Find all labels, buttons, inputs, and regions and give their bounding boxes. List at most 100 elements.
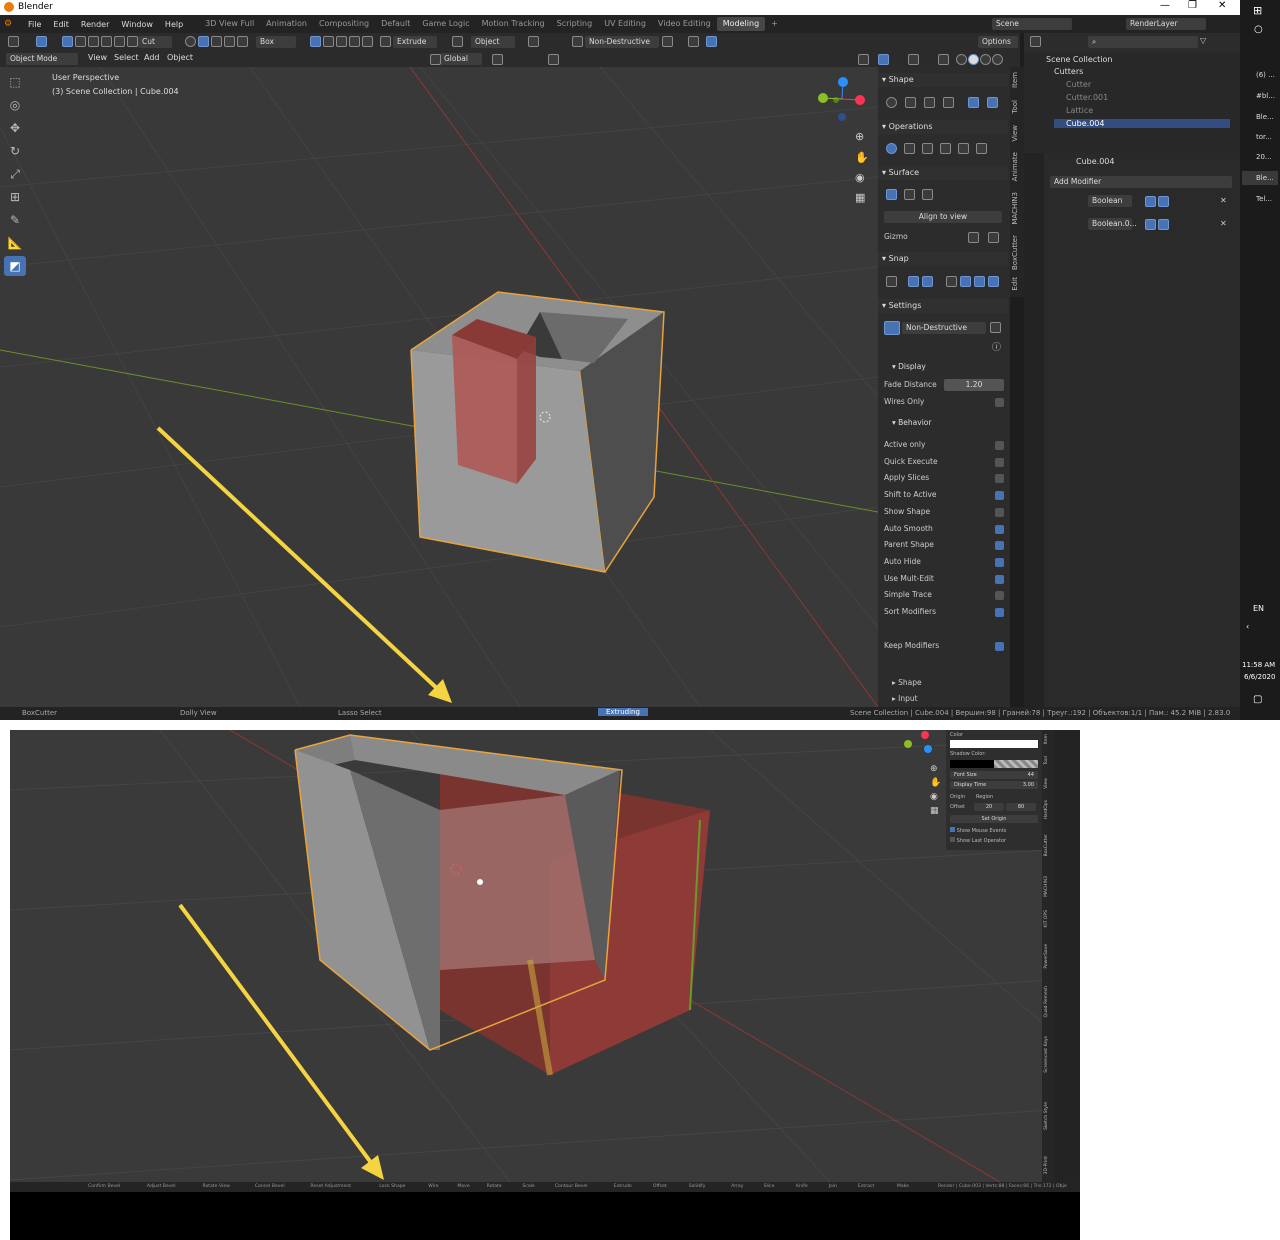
orientation-dropdown[interactable]: Global: [440, 53, 482, 65]
overlays-icon[interactable]: [908, 54, 919, 65]
origin-mode-5-icon[interactable]: [362, 36, 373, 47]
checkbox[interactable]: [995, 574, 1004, 584]
scene-selector[interactable]: Scene: [992, 18, 1072, 30]
cursor-icon[interactable]: ◎: [4, 95, 26, 115]
taskbar-item[interactable]: Ble...: [1242, 110, 1278, 124]
checkbox[interactable]: [995, 507, 1004, 517]
checkbox[interactable]: [995, 524, 1004, 534]
tab-motion-tracking[interactable]: Motion Tracking: [476, 17, 551, 31]
modifier-name-field[interactable]: Boolean.0...: [1088, 218, 1137, 230]
ngon-shape-icon[interactable]: [211, 36, 222, 47]
checkbox[interactable]: [995, 608, 1004, 617]
checkbox[interactable]: [995, 591, 1004, 601]
op-6-icon[interactable]: [976, 143, 987, 154]
taskbar-item[interactable]: tor...: [1242, 130, 1278, 144]
snap-icon[interactable]: [492, 54, 503, 65]
surface-cursor-icon[interactable]: [922, 189, 933, 200]
behavior-row-auto-smooth[interactable]: Auto Smooth: [884, 523, 1004, 535]
knife-mode-icon[interactable]: [114, 36, 125, 47]
boxcutter-icon[interactable]: ◩: [4, 256, 26, 276]
restore-icon[interactable]: ❐: [1188, 0, 1197, 11]
op-cut-icon[interactable]: [886, 143, 897, 154]
shape-panel-header[interactable]: ▾ Shape: [878, 73, 1008, 87]
options-dropdown[interactable]: Options: [978, 36, 1018, 48]
custom-shape-icon[interactable]: [224, 36, 235, 47]
extrude-dropdown[interactable]: Extrude: [393, 36, 437, 48]
menu-window[interactable]: Window: [115, 20, 159, 29]
remove-modifier-icon[interactable]: ✕: [1220, 219, 1227, 228]
pan-icon[interactable]: ✋: [930, 778, 941, 788]
mode-icon[interactable]: [572, 36, 583, 47]
blender-menu-icon[interactable]: ⚙: [4, 19, 18, 29]
tab-modeling[interactable]: Modeling: [716, 17, 766, 31]
offset-x-field[interactable]: 20: [974, 803, 1004, 811]
keep-modifiers-row[interactable]: Keep Modifiers: [884, 640, 1004, 652]
fade-distance-field[interactable]: 1.20: [944, 379, 1004, 391]
rotate-icon[interactable]: ↻: [4, 141, 26, 161]
scale-icon[interactable]: ⤢: [4, 164, 26, 184]
tab-tool[interactable]: Tool: [1011, 100, 1023, 114]
tab-view[interactable]: View: [1011, 125, 1023, 142]
show-mouse-events-row[interactable]: Show Mouse Events: [950, 827, 1006, 834]
material-shading-icon[interactable]: [980, 54, 991, 65]
rendered-shading-icon[interactable]: [992, 54, 1003, 65]
zoom-icon[interactable]: ⊕: [930, 764, 938, 774]
shape-option-2-icon[interactable]: [987, 97, 998, 108]
object-menu[interactable]: Object: [161, 53, 199, 62]
ngon-icon[interactable]: [924, 97, 935, 108]
select-box-icon[interactable]: ⬚: [4, 72, 26, 92]
display-subheader[interactable]: ▾ Display: [892, 361, 1012, 373]
modifier-boolean[interactable]: Boolean ✕: [1050, 194, 1232, 208]
snap-icon-2[interactable]: [908, 276, 919, 287]
chevron-left-icon[interactable]: ‹: [1246, 622, 1249, 631]
transform-icon[interactable]: ⊞: [4, 187, 26, 207]
alignment-icon[interactable]: [452, 36, 463, 47]
modifier-name-field[interactable]: Boolean: [1088, 195, 1132, 207]
apply-icon[interactable]: [662, 36, 673, 47]
ortho-grid-icon[interactable]: ▦: [930, 806, 939, 816]
zoom-icon[interactable]: ⊕: [855, 130, 864, 143]
tab-animate[interactable]: Animate: [1011, 152, 1023, 181]
extrude-mode-icon[interactable]: [380, 36, 391, 47]
input-subheader[interactable]: ▸ Input: [892, 693, 1012, 705]
behavior-row-active-only[interactable]: Active only: [884, 439, 1004, 451]
wireframe-shading-icon[interactable]: [956, 54, 967, 65]
region-value[interactable]: Region: [976, 794, 993, 800]
origin-icon[interactable]: [310, 36, 321, 47]
snap-icon-6[interactable]: [974, 276, 985, 287]
settings-apply-icon[interactable]: [990, 322, 1001, 333]
shadow-color-swatch[interactable]: [950, 760, 994, 768]
op-4-icon[interactable]: [940, 143, 951, 154]
camera-icon[interactable]: ◉: [930, 792, 938, 802]
non-destructive-dropdown[interactable]: Non-Destructive: [585, 36, 659, 48]
settings-mode-icon[interactable]: [884, 321, 900, 335]
clock-time[interactable]: 11:58 AM: [1242, 661, 1275, 669]
taskbar-item[interactable]: 20...: [1242, 150, 1278, 164]
origin-mode-4-icon[interactable]: [349, 36, 360, 47]
visibility-icon[interactable]: [858, 54, 869, 65]
proportional-edit-icon[interactable]: [548, 54, 559, 65]
move-icon[interactable]: ✥: [4, 118, 26, 138]
tab-edit[interactable]: Edit: [1011, 277, 1023, 291]
box-icon[interactable]: [905, 97, 916, 108]
taskbar-item[interactable]: (6) ...: [1242, 68, 1278, 82]
remove-modifier-icon[interactable]: ✕: [1220, 196, 1227, 205]
checkbox[interactable]: [995, 491, 1004, 501]
snap-icon-4[interactable]: [946, 276, 957, 287]
align-to-view-button[interactable]: Align to view: [884, 211, 1002, 223]
behavior-row-auto-hide[interactable]: Auto Hide: [884, 556, 1004, 568]
add-modifier-dropdown[interactable]: Add Modifier: [1050, 176, 1232, 188]
snap-icon-5[interactable]: [960, 276, 971, 287]
minimize-icon[interactable]: —: [1160, 0, 1170, 11]
outliner-item-cube-004[interactable]: Cube.004: [1054, 119, 1230, 128]
camera-icon[interactable]: [1145, 196, 1156, 207]
taskbar-item[interactable]: Tel...: [1242, 192, 1278, 206]
outliner-search-input[interactable]: ⌕: [1088, 36, 1198, 48]
custom-icon[interactable]: [943, 97, 954, 108]
tab-3d-view-full[interactable]: 3D View Full: [199, 17, 260, 31]
3d-viewport[interactable]: User Perspective (3) Scene Collection | …: [0, 67, 878, 707]
checkbox[interactable]: [995, 457, 1004, 467]
gizmo-toggle-icon[interactable]: [878, 54, 889, 65]
behavior-subheader[interactable]: ▾ Behavior: [892, 417, 1012, 429]
wires-only-row[interactable]: Wires Only: [884, 396, 1004, 408]
